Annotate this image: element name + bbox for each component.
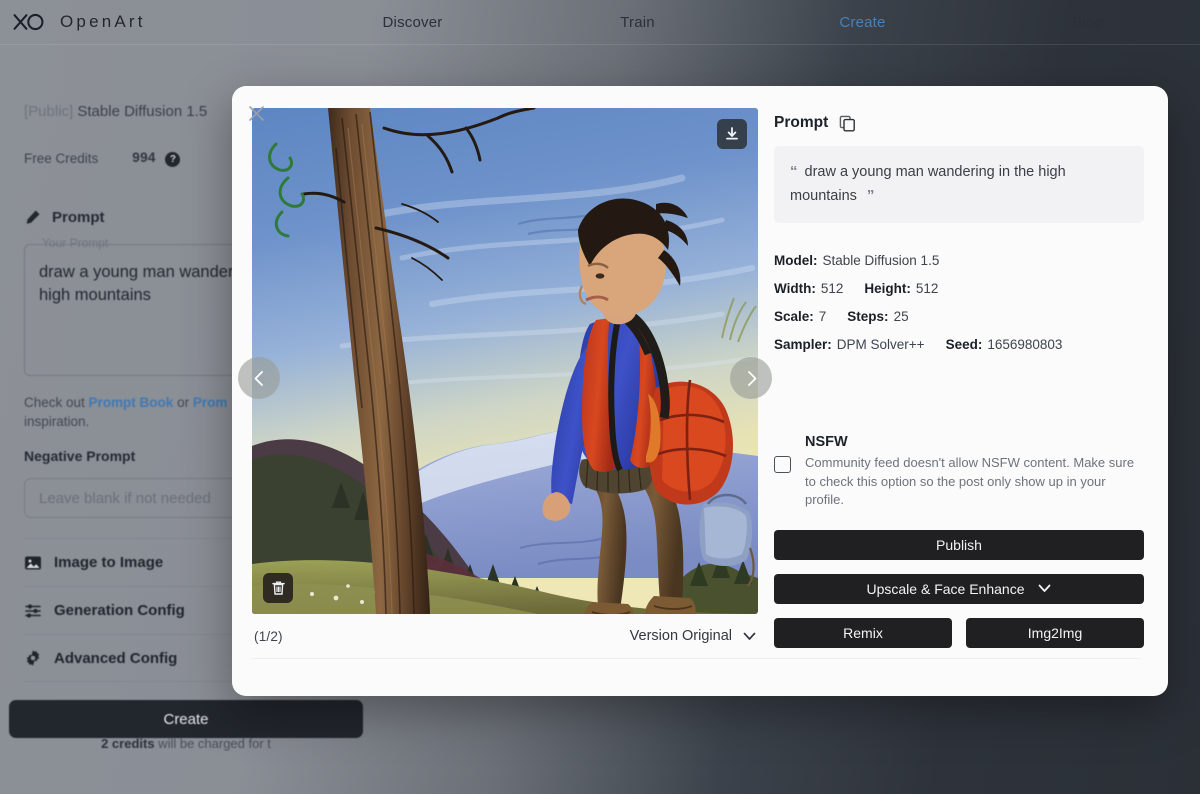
meta-row-scale-steps: Scale: 7 Steps: 25 — [774, 309, 1144, 324]
remix-button[interactable]: Remix — [774, 617, 952, 648]
generated-image-frame[interactable] — [252, 108, 758, 614]
negative-prompt-placeholder: Leave blank if not needed — [39, 489, 211, 507]
version-selector[interactable]: Version Original — [630, 628, 756, 644]
nav-item-train[interactable]: Train — [525, 14, 750, 31]
sidebar-item-label: Advanced Config — [54, 649, 178, 667]
chevron-down-icon — [1038, 584, 1051, 593]
meta-key: Seed: — [945, 337, 983, 352]
prompt-book-link[interactable]: Prompt Book — [89, 395, 174, 410]
image-footer: (1/2) Version Original — [252, 614, 758, 644]
pencil-icon — [26, 210, 40, 224]
info-pane: Prompt “draw a young man wandering in th… — [760, 86, 1168, 696]
generation-detail-modal: (1/2) Version Original Prompt “ draw a y… — [232, 86, 1168, 696]
prompt-heading: Prompt — [774, 114, 829, 131]
image-counter: (1/2) — [254, 628, 283, 644]
nav-item-create[interactable]: Create — [750, 14, 975, 31]
upscale-button-label: Upscale & Face Enhance — [866, 580, 1025, 597]
prompt-field-legend: Your Prompt — [37, 236, 114, 252]
generated-artwork — [252, 108, 758, 614]
quote-close-mark: ” — [866, 187, 874, 204]
nsfw-title: NSFW — [805, 434, 848, 450]
prompt-section-title: Prompt — [52, 209, 105, 226]
meta-row-model: Model: Stable Diffusion 1.5 — [774, 253, 1144, 268]
nsfw-checkbox[interactable] — [774, 456, 791, 473]
modal-divider — [252, 658, 1140, 659]
meta-value: DPM Solver++ — [836, 337, 925, 352]
nav-item-discover[interactable]: Discover — [300, 14, 525, 31]
question-mark-icon[interactable]: ? — [165, 152, 181, 167]
infinity-icon — [13, 13, 44, 31]
meta-value: 7 — [818, 309, 827, 324]
generation-metadata: Model: Stable Diffusion 1.5 Width: 512 H… — [774, 253, 1144, 352]
meta-value: Stable Diffusion 1.5 — [822, 253, 940, 268]
credit-charge-note: 2 credits will be charged for t — [24, 736, 348, 751]
img2img-button[interactable]: Img2Img — [966, 617, 1144, 648]
model-name: Stable Diffusion 1.5 — [77, 103, 208, 120]
publish-button[interactable]: Publish — [774, 529, 1144, 560]
image-icon — [25, 556, 41, 569]
meta-row-dimensions: Width: 512 Height: 512 — [774, 281, 1144, 296]
chevron-down-icon — [743, 632, 756, 641]
meta-value: 25 — [893, 309, 909, 324]
meta-value: 512 — [915, 281, 939, 296]
sliders-icon — [25, 603, 41, 618]
prompt-heading-row: Prompt — [774, 114, 1144, 132]
close-icon[interactable] — [244, 101, 268, 125]
quote-open-mark: “ — [790, 163, 797, 180]
nsfw-option: NSFW Community feed doesn't allow NSFW c… — [774, 434, 1144, 510]
nsfw-text-group: NSFW Community feed doesn't allow NSFW c… — [805, 434, 1144, 510]
sidebar-item-label: Generation Config — [54, 602, 185, 619]
model-visibility-tag: [Public] — [24, 103, 74, 120]
prompt-quote-box: “draw a young man wandering in the high … — [774, 146, 1144, 223]
trash-icon[interactable] — [263, 573, 293, 603]
meta-key: Model: — [774, 253, 818, 268]
brand-name: OpenArt — [60, 12, 146, 31]
meta-key: Steps: — [847, 309, 889, 324]
upscale-face-enhance-button[interactable]: Upscale & Face Enhance — [774, 573, 1144, 604]
prompt-quote-text: draw a young man wandering in the high m… — [790, 164, 1066, 204]
top-navigation-bar: OpenArt Discover Train Create Blog — [0, 0, 1200, 45]
meta-key: Scale: — [774, 309, 814, 324]
copy-icon[interactable] — [839, 115, 856, 132]
meta-key: Sampler: — [774, 337, 832, 352]
create-button[interactable]: Create — [9, 700, 363, 738]
prompt-hint-mid: or — [173, 395, 193, 410]
chevron-right-icon[interactable] — [730, 357, 772, 399]
image-pane: (1/2) Version Original — [232, 86, 772, 696]
meta-key: Height: — [864, 281, 911, 296]
download-icon[interactable] — [717, 119, 747, 149]
prompt-gallery-link[interactable]: Prom — [193, 395, 228, 410]
main-nav: Discover Train Create Blog — [300, 14, 1200, 31]
meta-value: 512 — [820, 281, 844, 296]
prompt-quote-text-row: “draw a young man wandering in the high … — [790, 160, 1128, 208]
brand-logo-group[interactable]: OpenArt — [0, 11, 300, 33]
nav-item-blog[interactable]: Blog — [975, 14, 1200, 31]
prompt-hint-prefix: Check out — [24, 395, 89, 410]
credit-charge-text: will be charged for t — [154, 736, 271, 751]
secondary-action-row: Remix Img2Img — [774, 617, 1144, 648]
action-buttons: Publish Upscale & Face Enhance Remix Img… — [774, 529, 1144, 648]
credits-value: 994 — [132, 150, 156, 165]
sidebar-item-label: Image to Image — [54, 554, 164, 571]
chevron-left-icon[interactable] — [238, 357, 280, 399]
credits-label: Free Credits — [24, 151, 99, 166]
gear-icon — [26, 650, 40, 666]
prompt-hint-suffix: inspiration. — [24, 414, 90, 429]
version-selector-label: Version Original — [629, 628, 732, 644]
credits-value-group: 994 ? — [132, 150, 181, 167]
meta-row-sampler-seed: Sampler: DPM Solver++ Seed: 1656980803 — [774, 337, 1144, 352]
meta-value: 1656980803 — [987, 337, 1063, 352]
nsfw-description: Community feed doesn't allow NSFW conten… — [805, 455, 1135, 507]
credit-charge-amount: 2 credits — [101, 736, 155, 751]
meta-key: Width: — [774, 281, 816, 296]
